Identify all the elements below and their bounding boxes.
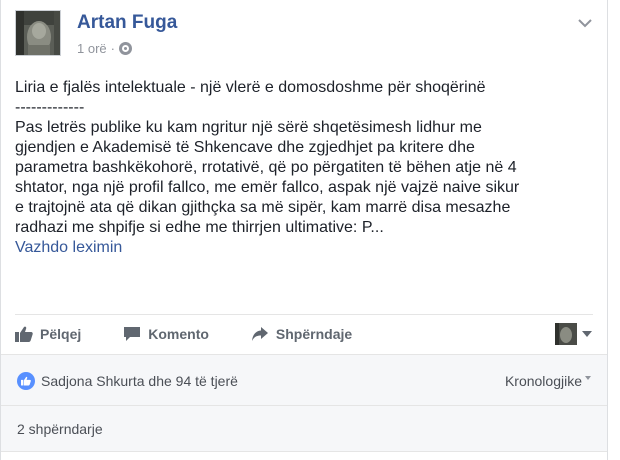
meta-separator: · (110, 41, 115, 56)
continue-reading-link[interactable]: Vazhdo leximin (15, 238, 595, 258)
like-label: Pëlqej (40, 325, 82, 342)
shares-bar: 2 shpërndarje (1, 406, 607, 452)
post-paragraph-line: e trajtojnë ata që dikan gjithçka sa më … (15, 199, 511, 216)
shares-count[interactable]: 2 shpërndarje (17, 421, 103, 437)
likes-text: Sadjona Shkurta dhe 94 të tjerë (41, 373, 238, 389)
post-as-selector[interactable] (555, 322, 593, 345)
chevron-down-icon[interactable] (577, 16, 593, 28)
post-card: Artan Fuga 1 orë · Liria e fjalës intele… (0, 0, 608, 460)
share-label: Shpërndaje (275, 325, 353, 342)
like-button[interactable]: Pëlqej (15, 315, 81, 352)
comment-order-label: Kronologjike (504, 373, 582, 389)
post-divider: ------------- (15, 99, 85, 116)
likes-summary[interactable]: Sadjona Shkurta dhe 94 të tjerë (17, 372, 238, 390)
share-arrow-icon (251, 326, 268, 341)
author-name[interactable]: Artan Fuga (77, 12, 177, 34)
like-reaction-icon (17, 372, 35, 390)
post-paragraph-line: radhazi me shpifje si edhe me thirrjen u… (15, 219, 384, 236)
post-paragraph-line: gjendjen e Akademisë të Shkencave dhe zg… (15, 139, 475, 156)
thumbs-up-icon (15, 326, 33, 342)
share-button[interactable]: Shpërndaje (251, 315, 352, 352)
reactions-bar: Sadjona Shkurta dhe 94 të tjerë Kronolog… (1, 354, 607, 406)
caret-down-icon (585, 376, 591, 380)
comment-icon (124, 326, 141, 341)
post-paragraph-line: shtator, nga një profil fallco, me emër … (15, 179, 520, 196)
comment-button[interactable]: Komento (123, 315, 209, 352)
comment-label: Komento (148, 325, 209, 342)
post-body: Liria e fjalës intelektuale - një vlerë … (15, 78, 595, 258)
post-actions-bar: Pëlqej Komento Shpërndaje (15, 314, 593, 352)
globe-icon (118, 42, 132, 55)
post-paragraph-line: parametra bashkëkohorë, rrotativë, që po… (15, 159, 517, 176)
author-avatar[interactable] (15, 10, 61, 56)
post-paragraph-line: Pas letrës publike ku kam ngritur një së… (15, 119, 482, 136)
post-headline: Liria e fjalës intelektuale - një vlerë … (15, 79, 486, 96)
post-as-avatar (555, 322, 577, 345)
post-meta: 1 orë · (77, 41, 132, 56)
post-header: Artan Fuga 1 orë · (15, 10, 595, 56)
comment-order-dropdown[interactable]: Kronologjike (505, 373, 591, 389)
caret-down-icon (582, 330, 592, 337)
post-timestamp[interactable]: 1 orë (77, 41, 107, 56)
